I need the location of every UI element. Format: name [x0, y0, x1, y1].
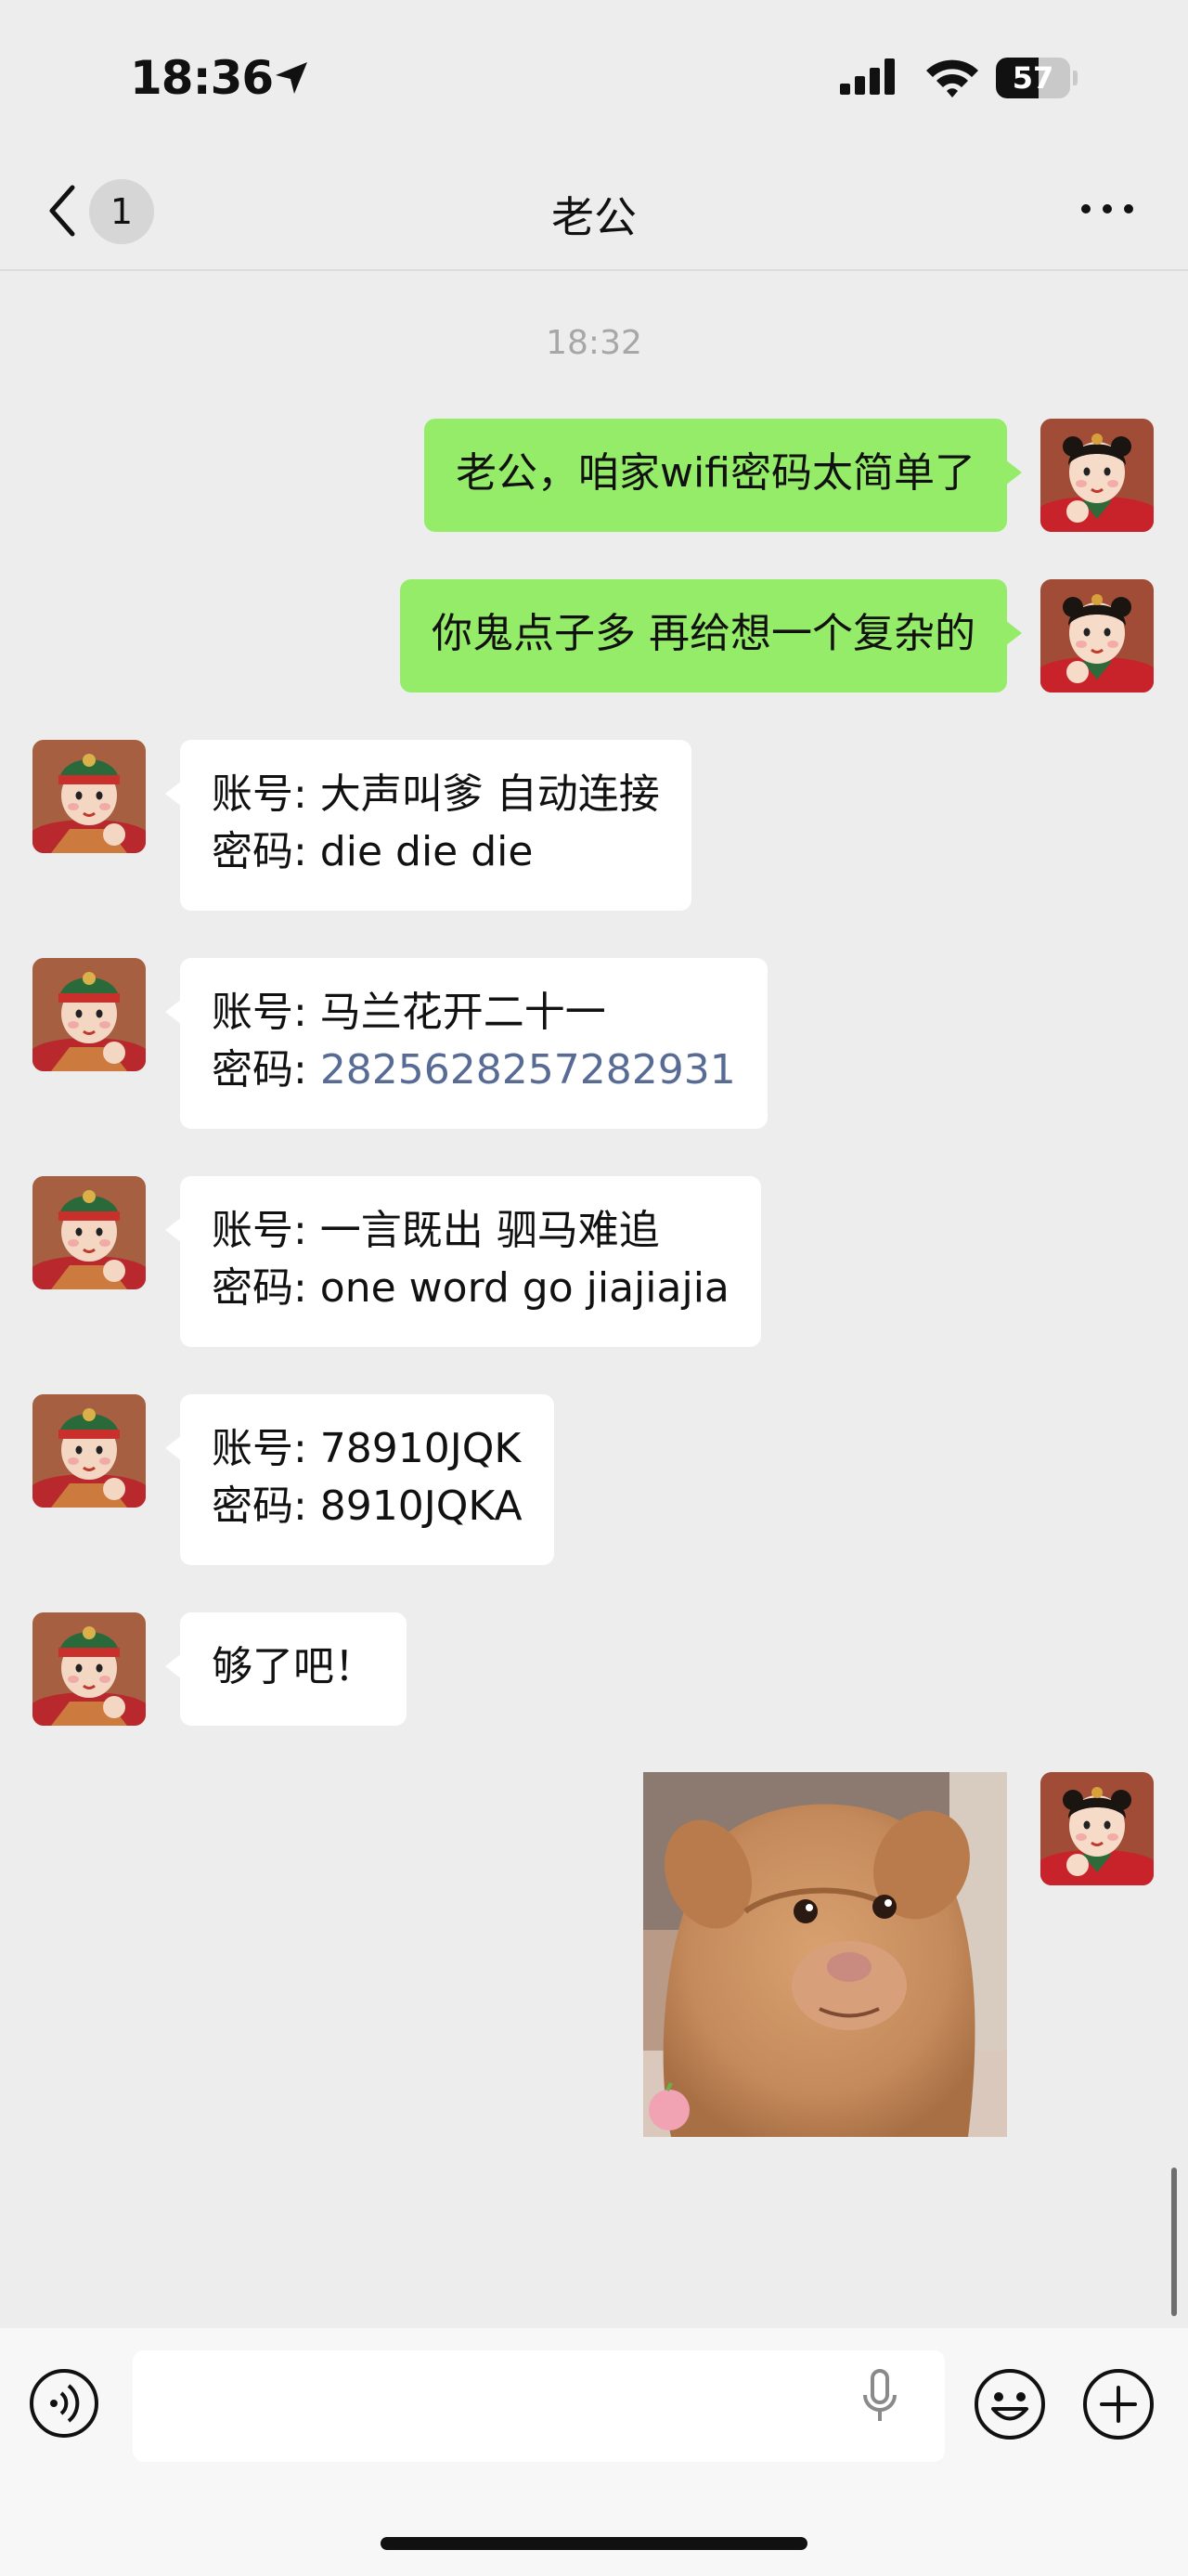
message-text-line: 密码: die die die	[212, 828, 534, 875]
chat-header: 1 老公	[0, 158, 1188, 271]
message-text-line: 账号: 一言既出 驷马难追	[212, 1207, 660, 1254]
voice-mode-icon[interactable]	[28, 2367, 100, 2440]
message-bubble[interactable]: 账号: 78910JQK 密码: 8910JQKA	[165, 1394, 554, 1565]
message-text-line: 账号: 78910JQK	[212, 1425, 522, 1472]
phone-number-link[interactable]: 2825628257282931	[320, 1046, 736, 1094]
husband-avatar[interactable]	[32, 1612, 146, 1726]
message-bubble[interactable]: 你鬼点子多 再给想一个复杂的	[400, 579, 1022, 693]
microphone-icon[interactable]	[859, 2367, 901, 2432]
husband-avatar[interactable]	[32, 1176, 146, 1289]
home-indicator[interactable]	[381, 2537, 807, 2550]
message-text-line: 账号: 马兰花开二十一	[212, 989, 606, 1036]
status-time: 18:36	[130, 51, 274, 105]
sad-puppy-sticker[interactable]	[643, 1772, 1007, 2137]
message-bubble[interactable]: 老公，咱家wifi密码太简单了	[424, 419, 1022, 532]
message-text: 你鬼点子多 再给想一个复杂的	[432, 610, 975, 657]
wifi-icon	[926, 59, 978, 97]
location-arrow-icon	[276, 62, 307, 94]
husband-avatar[interactable]	[32, 740, 146, 853]
input-bar	[0, 2328, 1188, 2576]
scrollbar[interactable]	[1171, 2168, 1177, 2316]
message-text-line: 密码: 8910JQKA	[212, 1482, 523, 1530]
message-text-line: 密码: one word go jiajiajia	[212, 1264, 730, 1312]
my-avatar[interactable]	[1040, 1772, 1154, 1885]
message-text: 够了吧！	[212, 1643, 375, 1690]
battery-icon: 57	[996, 58, 1078, 98]
message-bubble[interactable]: 账号: 大声叫爹 自动连接 密码: die die die	[165, 740, 691, 911]
message-text: 老公，咱家wifi密码太简单了	[456, 449, 975, 497]
more-options-icon[interactable]	[1077, 195, 1142, 223]
message-input[interactable]	[133, 2350, 945, 2462]
my-avatar[interactable]	[1040, 579, 1154, 693]
message-text-line: 账号: 大声叫爹 自动连接	[212, 770, 660, 818]
cellular-signal-icon	[840, 58, 895, 95]
battery-level: 57	[1012, 60, 1054, 96]
add-attachment-icon[interactable]	[1081, 2367, 1156, 2441]
message-bubble[interactable]: 账号: 一言既出 驷马难追 密码: one word go jiajiajia	[165, 1176, 761, 1347]
message-timestamp: 18:32	[546, 324, 642, 362]
message-bubble[interactable]: 够了吧！	[165, 1612, 407, 1726]
emoji-icon[interactable]	[973, 2367, 1047, 2441]
chat-title: 老公	[551, 192, 637, 242]
husband-avatar[interactable]	[32, 1394, 146, 1508]
message-bubble[interactable]: 账号: 马兰花开二十一 密码: 2825628257282931	[165, 958, 768, 1129]
message-text-line: 密码:	[212, 1046, 320, 1094]
status-bar: 18:36 57	[0, 0, 1188, 158]
husband-avatar[interactable]	[32, 958, 146, 1071]
my-avatar[interactable]	[1040, 419, 1154, 532]
